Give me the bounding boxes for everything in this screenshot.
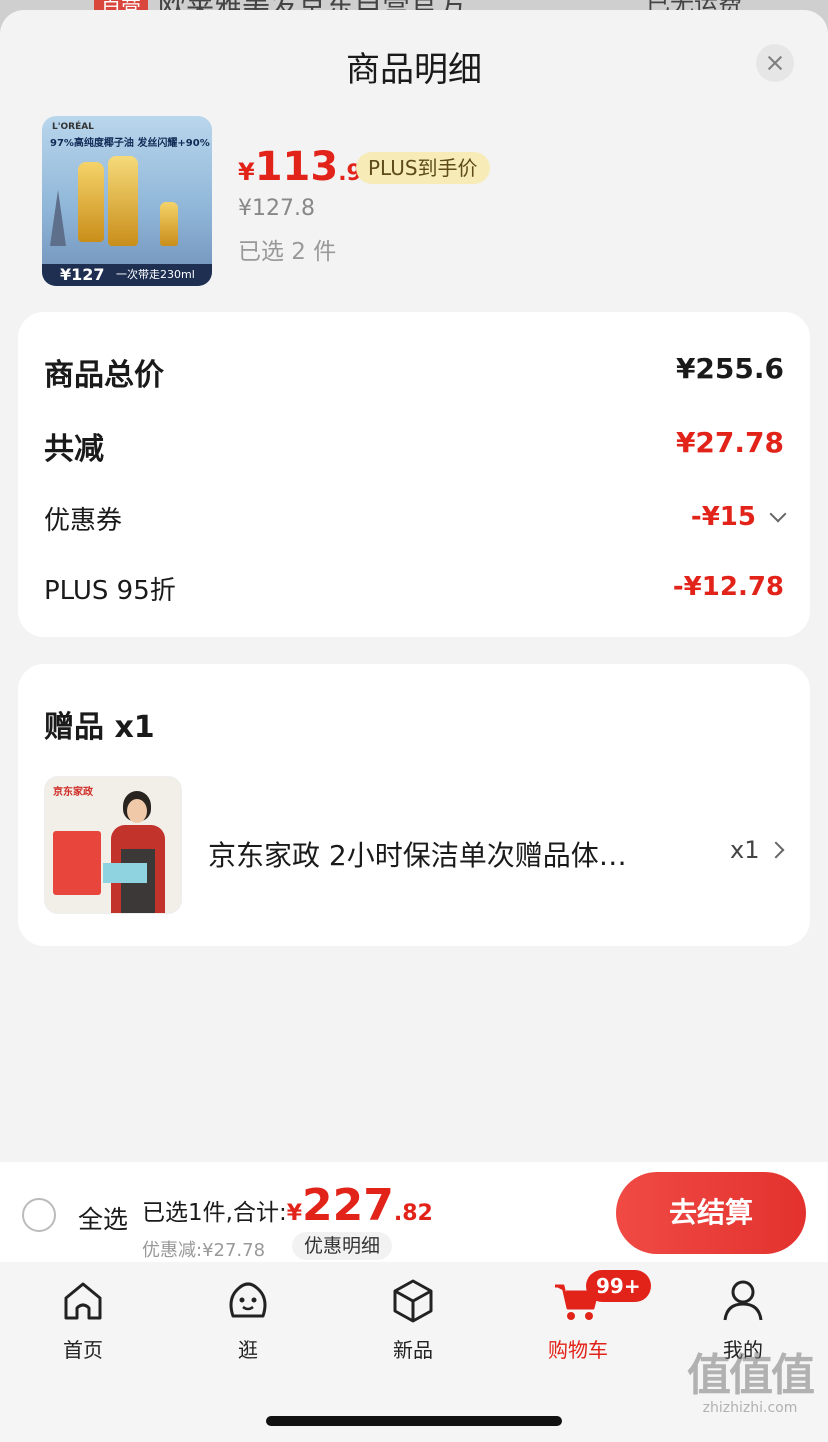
chevron-right-icon[interactable] (767, 841, 785, 859)
total-value: ¥255.6 (675, 352, 784, 385)
product-image-brand: L'ORÉAL (52, 122, 94, 132)
coupon-value[interactable]: -¥15 (691, 502, 756, 532)
product-image-volume: 一次带走230ml (116, 268, 195, 281)
order-total-integer: 227 (302, 1180, 394, 1231)
tab-home-label: 首页 (63, 1338, 103, 1362)
tab-home[interactable]: 首页 (38, 1276, 128, 1362)
tab-profile[interactable]: 我的 (698, 1276, 788, 1362)
eiffel-tower-graphic (50, 190, 66, 246)
voucher-card-graphic (53, 831, 101, 895)
gift-card: 赠品 x1 京东家政 京东家政 2小时保洁单次赠品体… x1 (18, 664, 810, 946)
tab-new[interactable]: 新品 (368, 1276, 458, 1362)
plus-discount-label: PLUS 95折 (44, 576, 176, 606)
discount-value: ¥27.78 (675, 426, 784, 459)
watermark: 值值值 zhizhizhi.com (680, 1350, 820, 1417)
gift-image[interactable]: 京东家政 (44, 776, 182, 914)
tab-new-label: 新品 (393, 1338, 433, 1362)
select-all-label[interactable]: 全选 (78, 1200, 128, 1236)
currency-symbol: ¥ (238, 158, 255, 186)
cart-count-badge: 99+ (586, 1270, 651, 1302)
tab-cart-label: 购物车 (548, 1338, 608, 1362)
product-detail-sheet: 商品明细 L'ORÉAL 97%高纯度椰子油 发丝闪耀+90% ¥127 一次带… (0, 10, 828, 1442)
discount-detail-button[interactable]: 优惠明细 (292, 1232, 393, 1260)
discount-label: 共减 (44, 432, 104, 467)
watermark-logo: 值值值 (687, 1350, 815, 1401)
tab-browse[interactable]: 逛 (203, 1276, 293, 1362)
gift-quantity: x1 (730, 836, 760, 864)
coupon-label[interactable]: 优惠券 (44, 500, 122, 537)
cube-icon (393, 1279, 433, 1323)
watermark-url: zhizhizhi.com (702, 1400, 798, 1416)
close-icon[interactable] (756, 44, 794, 82)
selected-quantity: 已选 2 件 (238, 239, 337, 265)
chevron-down-icon[interactable] (769, 505, 787, 523)
product-image-price: ¥127 (60, 265, 105, 284)
home-icon (64, 1282, 102, 1320)
face-icon (229, 1282, 267, 1318)
product-image[interactable]: L'ORÉAL 97%高纯度椰子油 发丝闪耀+90% ¥127 一次带走230m… (42, 116, 212, 286)
select-all-radio[interactable] (22, 1198, 56, 1232)
gift-box-graphic (103, 863, 147, 883)
gift-image-label: 京东家政 (53, 787, 93, 798)
plus-price-tag: PLUS到手价 (356, 152, 490, 184)
product-image-headline: 97%高纯度椰子油 发丝闪耀+90% (50, 138, 210, 149)
bottle-graphic (108, 156, 138, 246)
price-summary-card: 商品总价 ¥255.6 共减 ¥27.78 优惠券 -¥15 PLUS 95折 … (18, 312, 810, 637)
tab-browse-label: 逛 (238, 1338, 258, 1362)
order-total-decimal: .82 (393, 1201, 433, 1226)
order-total-label: 已选1件,合计: (142, 1200, 287, 1226)
order-total: 已选1件,合计:¥227.82 (142, 1180, 433, 1231)
checkout-button[interactable]: 去结算 (616, 1172, 806, 1254)
person-face-graphic (127, 799, 147, 823)
gift-title: 赠品 x1 (44, 710, 155, 745)
total-label: 商品总价 (44, 358, 164, 393)
sheet-title: 商品明细 (346, 50, 482, 90)
bottle-graphic (160, 202, 178, 246)
price-integer: 113 (254, 144, 339, 190)
plus-discount-value: -¥12.78 (672, 572, 784, 602)
home-indicator[interactable] (266, 1416, 562, 1426)
discount-summary: 优惠减:¥27.78 (142, 1240, 266, 1261)
currency-symbol: ¥ (286, 1201, 303, 1226)
bottom-tab-bar: 首页 逛 新品 购物车 99+ 我的 值值值 zhizhizhi.com (0, 1262, 828, 1442)
user-icon (723, 1280, 763, 1321)
checkout-bar: 全选 已选1件,合计:¥227.82 优惠减:¥27.78 优惠明细 去结算 (0, 1162, 828, 1262)
original-price: ¥127.8 (238, 196, 315, 221)
bottle-graphic (78, 162, 104, 242)
gift-name[interactable]: 京东家政 2小时保洁单次赠品体… (208, 834, 627, 874)
